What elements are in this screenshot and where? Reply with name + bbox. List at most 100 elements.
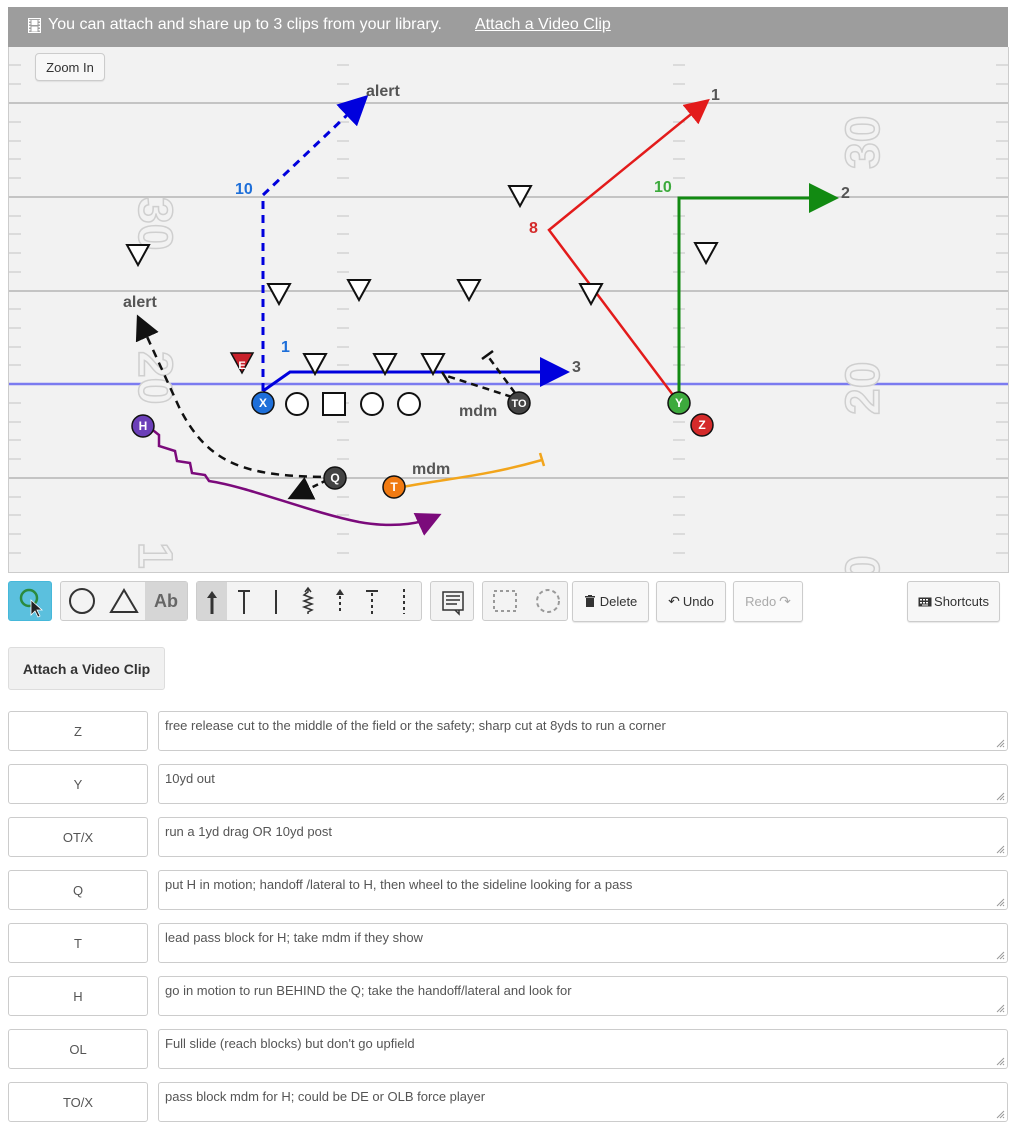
resize-grip-icon[interactable] xyxy=(995,1109,1005,1119)
dashed-t-block-icon xyxy=(366,590,378,614)
text-tool[interactable]: Ab xyxy=(145,582,187,620)
attach-video-clip-button[interactable]: Attach a Video Clip xyxy=(8,647,165,690)
note-text-z[interactable]: free release cut to the middle of the fi… xyxy=(158,711,1008,751)
shortcuts-label: Shortcuts xyxy=(934,594,989,609)
center-square[interactable] xyxy=(322,392,346,416)
note-text-ot-x[interactable]: run a 1yd drag OR 10yd post xyxy=(158,817,1008,857)
alert-label-left: alert xyxy=(123,294,157,311)
note-label-ot-x[interactable]: OT/X xyxy=(8,817,148,857)
lasso-select-icon xyxy=(535,589,560,613)
zoom-in-button[interactable]: Zoom In xyxy=(35,53,105,81)
play-diagram-canvas[interactable]: 30 20 1 30 20 0 E X Y Z H Q T TO alert a… xyxy=(8,47,1009,573)
route-number-1: 1 xyxy=(711,87,720,104)
dashed-line-tool[interactable] xyxy=(389,582,419,620)
resize-grip-icon[interactable] xyxy=(995,950,1005,960)
resize-grip-icon[interactable] xyxy=(995,1003,1005,1013)
rect-select-tool[interactable] xyxy=(483,582,526,620)
offensive-line xyxy=(285,392,421,416)
resize-grip-icon[interactable] xyxy=(995,791,1005,801)
player-to-label: TO xyxy=(511,398,527,410)
x-depth-label: 10 xyxy=(235,181,253,198)
to-release-tbar xyxy=(481,349,494,361)
defender-triangle[interactable] xyxy=(125,244,151,268)
t-block-icon xyxy=(238,590,250,614)
z-cut-label: 8 xyxy=(529,220,538,237)
route-number-3: 3 xyxy=(572,359,581,376)
x-drag-label: 1 xyxy=(281,339,290,356)
play-diagram[interactable]: 30 20 1 30 20 0 E X Y Z H Q T TO alert a… xyxy=(9,47,1008,572)
lineman-circle[interactable] xyxy=(397,392,421,416)
lasso-select-tool[interactable] xyxy=(526,582,569,620)
defender-triangle[interactable] xyxy=(266,283,292,307)
undo-button[interactable]: ↶ Undo xyxy=(656,581,726,622)
note-label-q[interactable]: Q xyxy=(8,870,148,910)
q-pitch-arrow[interactable] xyxy=(287,477,328,500)
zigzag-route-tool[interactable] xyxy=(293,582,323,620)
select-tool-button[interactable] xyxy=(8,581,52,621)
resize-grip-icon[interactable] xyxy=(995,897,1005,907)
note-text: lead pass block for H; take mdm if they … xyxy=(165,930,423,945)
defender-triangle[interactable] xyxy=(346,279,372,303)
defender-triangle[interactable] xyxy=(693,242,719,266)
triangle-tool[interactable] xyxy=(103,582,145,620)
route-tool-group xyxy=(196,581,422,621)
undo-label: Undo xyxy=(682,594,714,609)
yard-number: 20 xyxy=(837,362,890,415)
note-text-h[interactable]: go in motion to run BEHIND the Q; take t… xyxy=(158,976,1008,1016)
note-text-y[interactable]: 10yd out xyxy=(158,764,1008,804)
trash-icon xyxy=(584,595,595,607)
resize-grip-icon[interactable] xyxy=(995,1056,1005,1066)
defender-triangle[interactable] xyxy=(507,185,533,209)
note-text: go in motion to run BEHIND the Q; take t… xyxy=(165,983,572,998)
x-drag-route[interactable] xyxy=(262,357,570,393)
redo-button[interactable]: Redo ↷ xyxy=(733,581,803,622)
note-label-t[interactable]: T xyxy=(8,923,148,963)
player-h-label: H xyxy=(139,419,148,433)
player-t-label: T xyxy=(390,480,398,494)
arrow-route-tool[interactable] xyxy=(197,582,227,620)
defender-triangle[interactable] xyxy=(456,279,482,303)
note-text: run a 1yd drag OR 10yd post xyxy=(165,824,332,839)
player-x-label: X xyxy=(259,396,267,410)
lineman-circle[interactable] xyxy=(360,392,384,416)
note-text-q[interactable]: put H in motion; handoff /lateral to H, … xyxy=(158,870,1008,910)
note-label-h[interactable]: H xyxy=(8,976,148,1016)
circle-icon xyxy=(69,588,95,614)
film-icon xyxy=(28,18,41,33)
y-out-route[interactable] xyxy=(677,183,839,403)
note-text-t[interactable]: lead pass block for H; take mdm if they … xyxy=(158,923,1008,963)
note-label-to-x[interactable]: TO/X xyxy=(8,1082,148,1122)
to-release-route[interactable] xyxy=(485,354,517,394)
defender-triangle[interactable] xyxy=(578,283,604,307)
dashed-arrow-icon xyxy=(336,589,344,614)
note-label-z[interactable]: Z xyxy=(8,711,148,751)
note-text-ol[interactable]: Full slide (reach blocks) but don't go u… xyxy=(158,1029,1008,1069)
note-label-y[interactable]: Y xyxy=(8,764,148,804)
shortcuts-button[interactable]: Shortcuts xyxy=(907,581,1000,622)
note-label-ol[interactable]: OL xyxy=(8,1029,148,1069)
resize-grip-icon[interactable] xyxy=(995,844,1005,854)
to-block-route[interactable] xyxy=(446,374,513,399)
route-number-2: 2 xyxy=(841,185,850,202)
keyboard-icon xyxy=(918,597,932,606)
line-icon xyxy=(275,590,277,614)
yard-number: 30 xyxy=(128,197,181,250)
banner-message: You can attach and share up to 3 clips f… xyxy=(48,16,442,33)
lineman-circle[interactable] xyxy=(285,392,309,416)
delete-button[interactable]: Delete xyxy=(572,581,649,622)
line-route-tool[interactable] xyxy=(261,582,291,620)
dashed-block-tool[interactable] xyxy=(357,582,387,620)
notes-tool-button[interactable] xyxy=(430,581,474,621)
triangle-icon xyxy=(109,588,139,613)
dashed-arrow-tool[interactable] xyxy=(325,582,355,620)
undo-icon: ↶ xyxy=(668,593,680,609)
circle-tool[interactable] xyxy=(61,582,103,620)
note-text-to-x[interactable]: pass block mdm for H; could be DE or OLB… xyxy=(158,1082,1008,1122)
note-text: 10yd out xyxy=(165,771,215,786)
resize-grip-icon[interactable] xyxy=(995,738,1005,748)
alert-label-top: alert xyxy=(366,83,400,100)
note-text: put H in motion; handoff /lateral to H, … xyxy=(165,877,633,892)
attach-clip-link[interactable]: Attach a Video Clip xyxy=(475,16,611,34)
attach-clip-banner: You can attach and share up to 3 clips f… xyxy=(8,7,1008,47)
block-route-tool[interactable] xyxy=(229,582,259,620)
